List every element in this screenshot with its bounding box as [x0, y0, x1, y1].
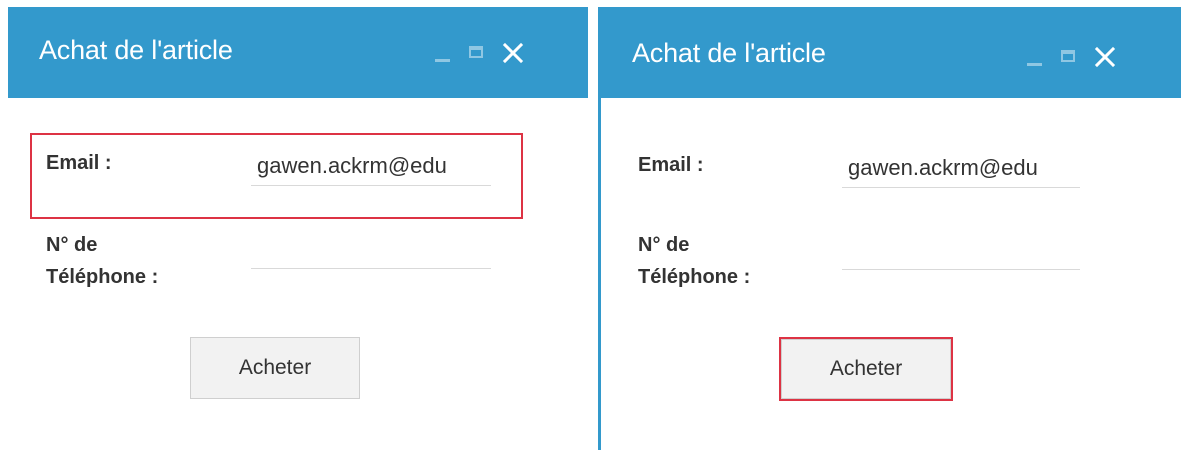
phone-input[interactable] [251, 239, 491, 271]
dialog-titlebar[interactable]: Achat de l'article [8, 7, 588, 98]
email-row-highlight [30, 133, 523, 219]
close-icon[interactable] [501, 41, 525, 65]
buy-button-highlight [779, 337, 953, 401]
phone-label-line1: N° de [638, 234, 690, 256]
window-controls [433, 41, 525, 65]
email-field-wrapper [842, 155, 1080, 188]
phone-label-line1: N° de [46, 234, 98, 256]
maximize-icon[interactable] [1059, 46, 1079, 68]
purchase-dialog-left: Achat de l'article Email : N° de Télépho… [8, 7, 588, 450]
phone-input[interactable] [842, 240, 1080, 272]
window-controls [1025, 45, 1117, 69]
buy-button[interactable]: Acheter [190, 337, 360, 399]
email-input[interactable] [842, 155, 1080, 187]
minimize-icon[interactable] [1025, 46, 1045, 68]
phone-label-line2: Téléphone : [638, 266, 751, 288]
dialog-title: Achat de l'article [632, 38, 826, 68]
phone-field-wrapper [842, 240, 1080, 272]
purchase-dialog-right: Achat de l'article Email : N° de Télépho… [598, 7, 1181, 450]
phone-field-wrapper [251, 239, 491, 271]
dialog-title: Achat de l'article [39, 35, 233, 65]
maximize-icon[interactable] [467, 42, 487, 64]
phone-label-line2: Téléphone : [46, 266, 159, 288]
dialog-titlebar[interactable]: Achat de l'article [601, 7, 1181, 98]
email-label: Email : [638, 154, 704, 176]
close-icon[interactable] [1093, 45, 1117, 69]
minimize-icon[interactable] [433, 42, 453, 64]
